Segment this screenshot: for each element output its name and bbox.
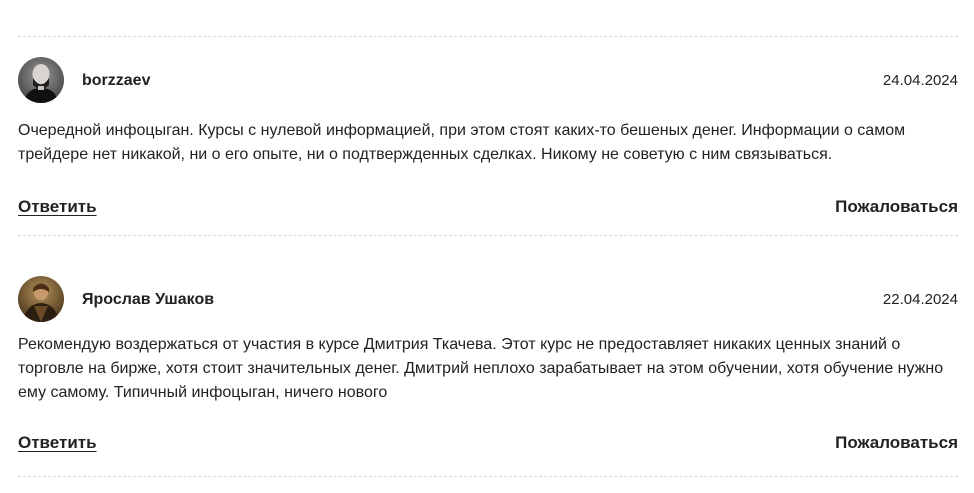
avatar[interactable]	[18, 57, 64, 103]
comment-header: Ярослав Ушаков 22.04.2024	[18, 276, 958, 324]
reply-link[interactable]: Ответить	[18, 197, 97, 217]
reply-link[interactable]: Ответить	[18, 433, 97, 453]
comment-text: Очередной инфоцыган. Курсы с нулевой инф…	[18, 122, 906, 163]
comment-header: borzzaev 24.04.2024	[18, 57, 958, 105]
report-link[interactable]: Пожаловаться	[835, 433, 958, 453]
comment-item: borzzaev 24.04.2024 Очередной инфоцыган.…	[18, 57, 958, 221]
comments-list: borzzaev 24.04.2024 Очередной инфоцыган.…	[0, 0, 974, 493]
comment-actions: Ответить Пожаловаться	[18, 197, 958, 221]
comment-author: Ярослав Ушаков	[82, 291, 215, 308]
avatar[interactable]	[18, 276, 64, 322]
comment-divider	[18, 235, 958, 236]
comment-author: borzzaev	[82, 72, 151, 89]
report-link[interactable]: Пожаловаться	[835, 197, 958, 217]
user-photo-avatar-icon	[18, 57, 64, 103]
comment-divider	[18, 36, 958, 37]
user-photo-avatar-icon	[18, 276, 64, 322]
comment-date: 22.04.2024	[882, 291, 958, 308]
comment-divider	[18, 476, 958, 477]
comment-text: Рекомендую воздержаться от участия в кур…	[18, 336, 944, 401]
comment-date: 24.04.2024	[882, 72, 958, 89]
comment-item: Ярослав Ушаков 22.04.2024 Рекомендую воз…	[18, 276, 958, 457]
comment-actions: Ответить Пожаловаться	[18, 433, 958, 457]
